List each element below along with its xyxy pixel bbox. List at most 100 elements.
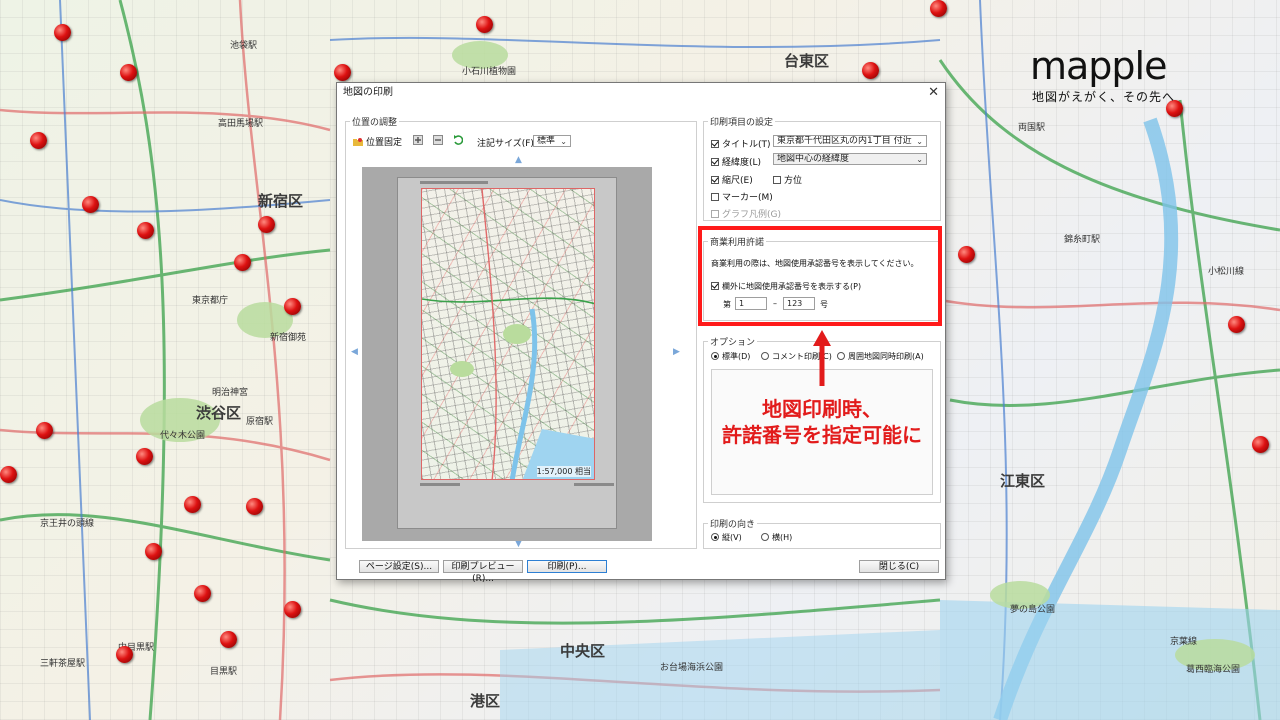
map-pin[interactable] xyxy=(220,631,237,648)
map-pin[interactable] xyxy=(958,246,975,263)
map-place-label: 中央区 xyxy=(560,642,606,660)
reset-button[interactable] xyxy=(453,135,466,146)
map-pin[interactable] xyxy=(137,222,154,239)
undo-icon xyxy=(454,135,463,145)
lock-position-button[interactable]: 位置固定 xyxy=(353,135,402,148)
map-place-label: 三軒茶屋駅 xyxy=(40,659,86,669)
map-pin[interactable] xyxy=(0,466,17,483)
license-prefix: 第 xyxy=(723,300,731,309)
map-place-label: 渋谷区 xyxy=(196,404,242,422)
map-pin[interactable] xyxy=(120,64,137,81)
preview-header-bar xyxy=(420,181,488,184)
checkbox-checked-icon xyxy=(711,176,719,184)
option-surrounding-radio[interactable]: 周囲地図同時印刷(A) xyxy=(837,351,924,362)
radio-selected-icon xyxy=(711,533,719,541)
show-license-number-label: 欄外に地図使用承認番号を表示する(P) xyxy=(722,282,862,291)
pan-right-arrow-icon[interactable]: ▶ xyxy=(673,347,680,357)
option-standard-radio[interactable]: 標準(D) xyxy=(711,351,750,362)
title-select-value: 東京都千代田区丸の内1丁目 付近 xyxy=(777,136,912,146)
map-pin[interactable] xyxy=(136,448,153,465)
checkbox-checked-icon xyxy=(711,140,719,148)
map-pin[interactable] xyxy=(1228,316,1245,333)
zoom-out-button[interactable] xyxy=(433,135,446,146)
orientation-landscape-radio[interactable]: 横(H) xyxy=(761,532,792,543)
preview-sheet: 1:57,000 相当 xyxy=(397,177,617,529)
latlon-select[interactable]: 地図中心の経緯度 ⌄ xyxy=(773,153,927,165)
graph-legend-label: グラフ凡例(G) xyxy=(722,210,781,220)
map-pin[interactable] xyxy=(116,646,133,663)
annotation-size-value: 標準 xyxy=(537,136,556,146)
logo-wordmark: mapple xyxy=(1030,44,1167,88)
close-icon[interactable]: ✕ xyxy=(928,83,939,103)
title-select[interactable]: 東京都千代田区丸の内1丁目 付近 ⌄ xyxy=(773,135,927,147)
show-license-number-checkbox[interactable]: 欄外に地図使用承認番号を表示する(P) xyxy=(711,281,861,292)
page-setup-button[interactable]: ページ設定(S)... xyxy=(359,560,439,573)
map-pin[interactable] xyxy=(30,132,47,149)
map-place-label: 新宿区 xyxy=(258,192,304,210)
marker-checkbox[interactable]: マーカー(M) xyxy=(711,190,773,203)
pan-left-arrow-icon[interactable]: ◀ xyxy=(351,347,358,357)
direction-checkbox[interactable]: 方位 xyxy=(773,173,802,186)
scale-checkbox[interactable]: 縮尺(E) xyxy=(711,173,753,186)
map-pin[interactable] xyxy=(82,196,99,213)
map-place-label: 両国駅 xyxy=(1018,123,1046,133)
annotation-size-select[interactable]: 標準 ⌄ xyxy=(533,135,571,147)
dialog-titlebar[interactable]: 地図の印刷 ✕ xyxy=(337,83,945,103)
map-pin[interactable] xyxy=(246,498,263,515)
map-pin[interactable] xyxy=(145,543,162,560)
checkbox-checked-icon xyxy=(711,282,719,290)
print-preview-button[interactable]: 印刷プレビュー(R)... xyxy=(443,560,523,584)
radio-selected-icon xyxy=(711,352,719,360)
license-number-input-1[interactable]: 1 xyxy=(735,297,767,310)
dialog-title: 地図の印刷 xyxy=(343,87,393,98)
close-button[interactable]: 閉じる(C) xyxy=(859,560,939,573)
plus-icon xyxy=(413,135,423,145)
preview-map-features xyxy=(422,189,594,479)
pan-up-arrow-icon[interactable]: ▲ xyxy=(515,155,522,165)
graph-legend-checkbox: グラフ凡例(G) xyxy=(711,207,781,220)
map-place-label: 小松川線 xyxy=(1208,267,1245,277)
map-pin[interactable] xyxy=(284,298,301,315)
map-pin[interactable] xyxy=(862,62,879,79)
map-place-label: 京王井の頭線 xyxy=(40,519,95,529)
map-pin[interactable] xyxy=(284,601,301,618)
map-place-label: 原宿駅 xyxy=(246,417,274,427)
zoom-in-button[interactable] xyxy=(413,135,426,146)
map-pin[interactable] xyxy=(476,16,493,33)
license-number-input-2[interactable]: 123 xyxy=(783,297,815,310)
map-pin[interactable] xyxy=(1252,436,1269,453)
option-surrounding-label: 周囲地図同時印刷(A) xyxy=(848,352,924,361)
map-pin[interactable] xyxy=(334,64,351,81)
marker-checkbox-label: マーカー(M) xyxy=(722,193,773,203)
print-preview-area[interactable]: 1:57,000 相当 xyxy=(362,167,652,541)
map-place-label: 夢の島公園 xyxy=(1010,605,1056,615)
map-place-label: 京葉線 xyxy=(1170,637,1198,647)
orientation-portrait-label: 縦(V) xyxy=(722,533,742,542)
map-pin[interactable] xyxy=(194,585,211,602)
title-checkbox[interactable]: タイトル(T) xyxy=(711,137,771,150)
preview-mini-map[interactable]: 1:57,000 相当 xyxy=(421,188,595,480)
map-place-label: 高田馬場駅 xyxy=(218,119,264,129)
map-place-label: 江東区 xyxy=(1000,472,1046,490)
map-pin[interactable] xyxy=(234,254,251,271)
map-pin[interactable] xyxy=(930,0,947,17)
map-place-label: 錦糸町駅 xyxy=(1064,235,1101,245)
chevron-down-icon: ⌄ xyxy=(916,137,923,146)
print-button[interactable]: 印刷(P)... xyxy=(527,560,607,573)
preview-footer-bar-left xyxy=(420,483,460,486)
latlon-checkbox[interactable]: 経緯度(L) xyxy=(711,155,761,168)
map-pin[interactable] xyxy=(258,216,275,233)
checkbox-unchecked-icon xyxy=(773,176,781,184)
map-place-label: 台東区 xyxy=(784,52,830,70)
map-pin[interactable] xyxy=(184,496,201,513)
map-pin[interactable] xyxy=(54,24,71,41)
print-items-legend: 印刷項目の設定 xyxy=(710,118,774,128)
map-place-label: 新宿御苑 xyxy=(270,333,307,343)
orientation-portrait-radio[interactable]: 縦(V) xyxy=(711,532,742,543)
map-place-label: 東京都庁 xyxy=(192,296,229,306)
map-place-label: 明治神宮 xyxy=(212,388,249,398)
map-pin[interactable] xyxy=(36,422,53,439)
preview-scale-text: 1:57,000 相当 xyxy=(536,466,591,477)
map-place-label: 目黒駅 xyxy=(210,667,238,677)
title-checkbox-label: タイトル(T) xyxy=(722,140,771,150)
